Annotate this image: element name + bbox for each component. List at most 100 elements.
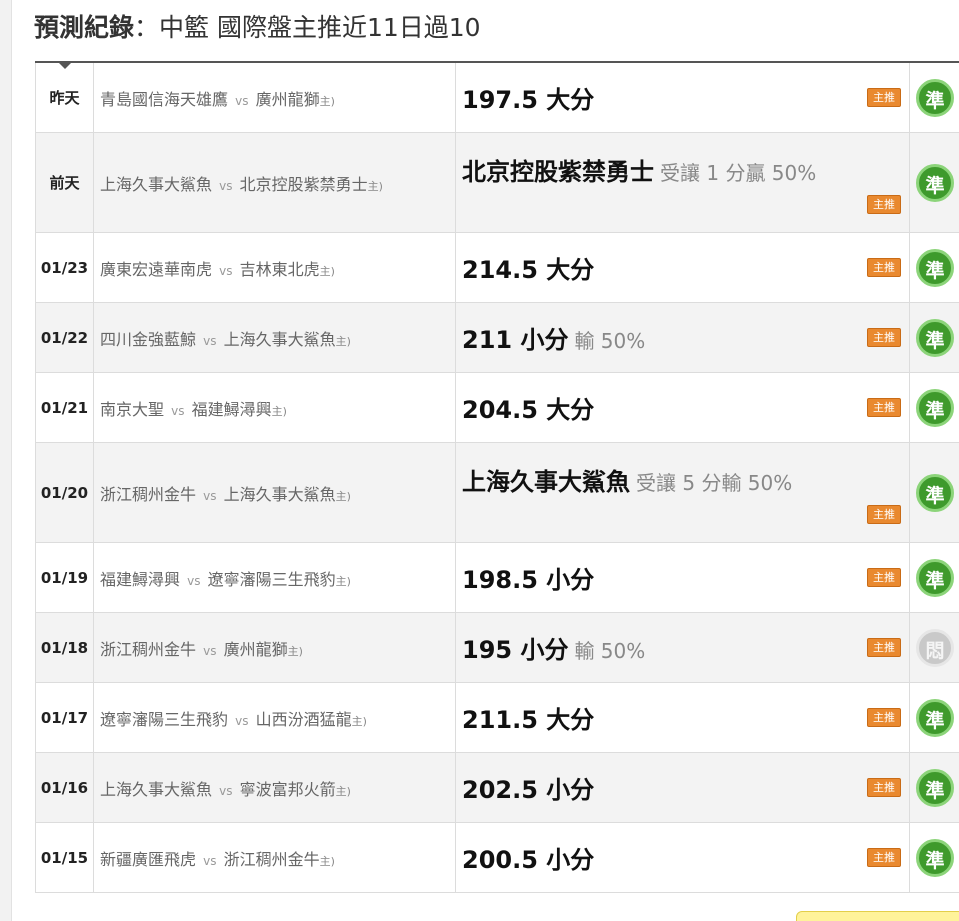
record-pick: 204.5 大分 主推 xyxy=(455,372,910,443)
pick-outcome: 輸 50% xyxy=(574,329,646,353)
record-match[interactable]: 浙江稠州金牛 vs 上海久事大鯊魚主) xyxy=(93,442,456,543)
record-pick: 211 小分輸 50% 主推 xyxy=(455,302,910,373)
record-row: 01/16 上海久事大鯊魚 vs 寧波富邦火箭主) 202.5 小分 主推準 xyxy=(35,752,959,823)
record-date: 01/16 xyxy=(35,752,94,823)
record-pick: 214.5 大分 主推 xyxy=(455,232,910,303)
result-hit-icon: 準 xyxy=(916,388,954,427)
vs-label: vs xyxy=(219,783,233,798)
main-pick-badge: 主推 xyxy=(867,847,901,867)
result-hit-icon: 準 xyxy=(916,163,954,202)
home-team: 山西汾酒猛龍 xyxy=(255,709,352,729)
pick-value: 204.5 大分 xyxy=(462,396,595,424)
pick-value: 202.5 小分 xyxy=(462,776,595,804)
home-team: 廣州龍獅 xyxy=(223,639,288,659)
away-team: 青島國信海天雄鷹 xyxy=(100,89,229,109)
home-marker: 主) xyxy=(335,574,351,588)
record-result: 準 xyxy=(909,682,959,753)
pick-value: 197.5 大分 xyxy=(462,86,595,114)
main-pick-badge: 主推 xyxy=(867,567,901,587)
vs-label: vs xyxy=(219,263,233,278)
record-row: 01/17 遼寧瀋陽三生飛豹 vs 山西汾酒猛龍主) 211.5 大分 主推準 xyxy=(35,682,959,753)
prediction-record-body: 昨天 青島國信海天雄鷹 vs 廣州龍獅主) 197.5 大分 主推準前天 上海久事大鯊魚… xyxy=(35,61,959,893)
result-hit-icon: 準 xyxy=(916,473,954,512)
main-pick-badge: 主推 xyxy=(867,504,901,524)
home-marker: 主) xyxy=(319,264,335,278)
main-pick-badge: 主推 xyxy=(867,87,901,107)
record-result: 準 xyxy=(909,61,959,133)
active-row-marker-icon xyxy=(58,62,72,69)
home-marker: 主) xyxy=(335,334,351,348)
vs-label: vs xyxy=(187,573,201,588)
record-match[interactable]: 福建鱘潯興 vs 遼寧瀋陽三生飛豹主) xyxy=(93,542,456,613)
pick-value: 200.5 小分 xyxy=(462,846,595,874)
vs-label: vs xyxy=(203,853,217,868)
record-result: 準 xyxy=(909,542,959,613)
record-row: 01/15 新疆廣匯飛虎 vs 浙江稠州金牛主) 200.5 小分 主推準 xyxy=(35,822,959,893)
pick-value: 214.5 大分 xyxy=(462,256,595,284)
page-title-rest: ：中籃 國際盤主推近11日過10 xyxy=(134,13,481,42)
record-row: 01/21 南京大聖 vs 福建鱘潯興主) 204.5 大分 主推準 xyxy=(35,372,959,443)
main-pick-badge: 主推 xyxy=(867,777,901,797)
more-records-button[interactable] xyxy=(796,911,959,921)
pick-value: 上海久事大鯊魚 xyxy=(462,467,630,496)
record-date: 01/19 xyxy=(35,542,94,613)
record-match[interactable]: 廣東宏遠華南虎 vs 吉林東北虎主) xyxy=(93,232,456,303)
record-row: 前天 上海久事大鯊魚 vs 北京控股紫禁勇士主) 北京控股紫禁勇士 受讓 1 分贏 5… xyxy=(35,132,959,233)
record-date: 01/18 xyxy=(35,612,94,683)
away-team: 上海久事大鯊魚 xyxy=(100,779,213,799)
away-team: 廣東宏遠華南虎 xyxy=(100,259,213,279)
record-match[interactable]: 南京大聖 vs 福建鱘潯興主) xyxy=(93,372,456,443)
pick-value: 北京控股紫禁勇士 xyxy=(462,157,654,186)
home-team: 上海久事大鯊魚 xyxy=(223,329,336,349)
pick-value: 211 小分 xyxy=(462,326,569,354)
record-match[interactable]: 遼寧瀋陽三生飛豹 vs 山西汾酒猛龍主) xyxy=(93,682,456,753)
prediction-record-table: 昨天 青島國信海天雄鷹 vs 廣州龍獅主) 197.5 大分 主推準前天 上海久事大鯊魚… xyxy=(35,61,959,893)
result-hit-icon: 準 xyxy=(916,838,954,877)
record-date: 01/21 xyxy=(35,372,94,443)
home-team: 浙江稠州金牛 xyxy=(223,849,320,869)
record-row: 01/18 浙江稠州金牛 vs 廣州龍獅主) 195 小分輸 50% 主推悶 xyxy=(35,612,959,683)
main-pick-badge: 主推 xyxy=(867,194,901,214)
record-date: 前天 xyxy=(35,132,94,233)
record-row: 01/23 廣東宏遠華南虎 vs 吉林東北虎主) 214.5 大分 主推準 xyxy=(35,232,959,303)
record-match[interactable]: 上海久事大鯊魚 vs 寧波富邦火箭主) xyxy=(93,752,456,823)
away-team: 浙江稠州金牛 xyxy=(100,639,197,659)
record-row: 01/22 四川金強藍鯨 vs 上海久事大鯊魚主) 211 小分輸 50% 主推準 xyxy=(35,302,959,373)
result-hit-icon: 準 xyxy=(916,248,954,287)
record-result: 準 xyxy=(909,232,959,303)
record-result: 準 xyxy=(909,822,959,893)
result-hit-icon: 準 xyxy=(916,558,954,597)
record-match[interactable]: 新疆廣匯飛虎 vs 浙江稠州金牛主) xyxy=(93,822,456,893)
record-row: 昨天 青島國信海天雄鷹 vs 廣州龍獅主) 197.5 大分 主推準 xyxy=(35,61,959,133)
result-hit-icon: 準 xyxy=(916,318,954,357)
pick-outcome: 受讓 5 分輸 50% xyxy=(636,470,793,495)
vs-label: vs xyxy=(203,488,217,503)
record-pick: 195 小分輸 50% 主推 xyxy=(455,612,910,683)
left-edge-strip xyxy=(0,0,12,921)
record-result: 準 xyxy=(909,752,959,823)
record-result: 準 xyxy=(909,442,959,543)
record-date: 01/22 xyxy=(35,302,94,373)
record-row: 01/19 福建鱘潯興 vs 遼寧瀋陽三生飛豹主) 198.5 小分 主推準 xyxy=(35,542,959,613)
record-match[interactable]: 浙江稠州金牛 vs 廣州龍獅主) xyxy=(93,612,456,683)
home-marker: 主) xyxy=(335,489,351,503)
pick-value: 198.5 小分 xyxy=(462,566,595,594)
home-marker: 主) xyxy=(335,784,351,798)
main-pick-badge: 主推 xyxy=(867,637,901,657)
record-date: 01/20 xyxy=(35,442,94,543)
pick-outcome: 輸 50% xyxy=(574,639,646,663)
pick-value: 195 小分 xyxy=(462,636,569,664)
record-result: 準 xyxy=(909,372,959,443)
record-match[interactable]: 四川金強藍鯨 vs 上海久事大鯊魚主) xyxy=(93,302,456,373)
record-match[interactable]: 上海久事大鯊魚 vs 北京控股紫禁勇士主) xyxy=(93,132,456,233)
home-marker: 主) xyxy=(319,94,335,108)
record-date: 01/17 xyxy=(35,682,94,753)
record-result: 悶 xyxy=(909,612,959,683)
home-marker: 主) xyxy=(351,714,367,728)
record-match[interactable]: 青島國信海天雄鷹 vs 廣州龍獅主) xyxy=(93,61,456,133)
away-team: 遼寧瀋陽三生飛豹 xyxy=(100,709,229,729)
vs-label: vs xyxy=(203,643,217,658)
result-hit-icon: 準 xyxy=(916,768,954,807)
home-team: 吉林東北虎 xyxy=(239,259,320,279)
home-marker: 主) xyxy=(319,854,335,868)
